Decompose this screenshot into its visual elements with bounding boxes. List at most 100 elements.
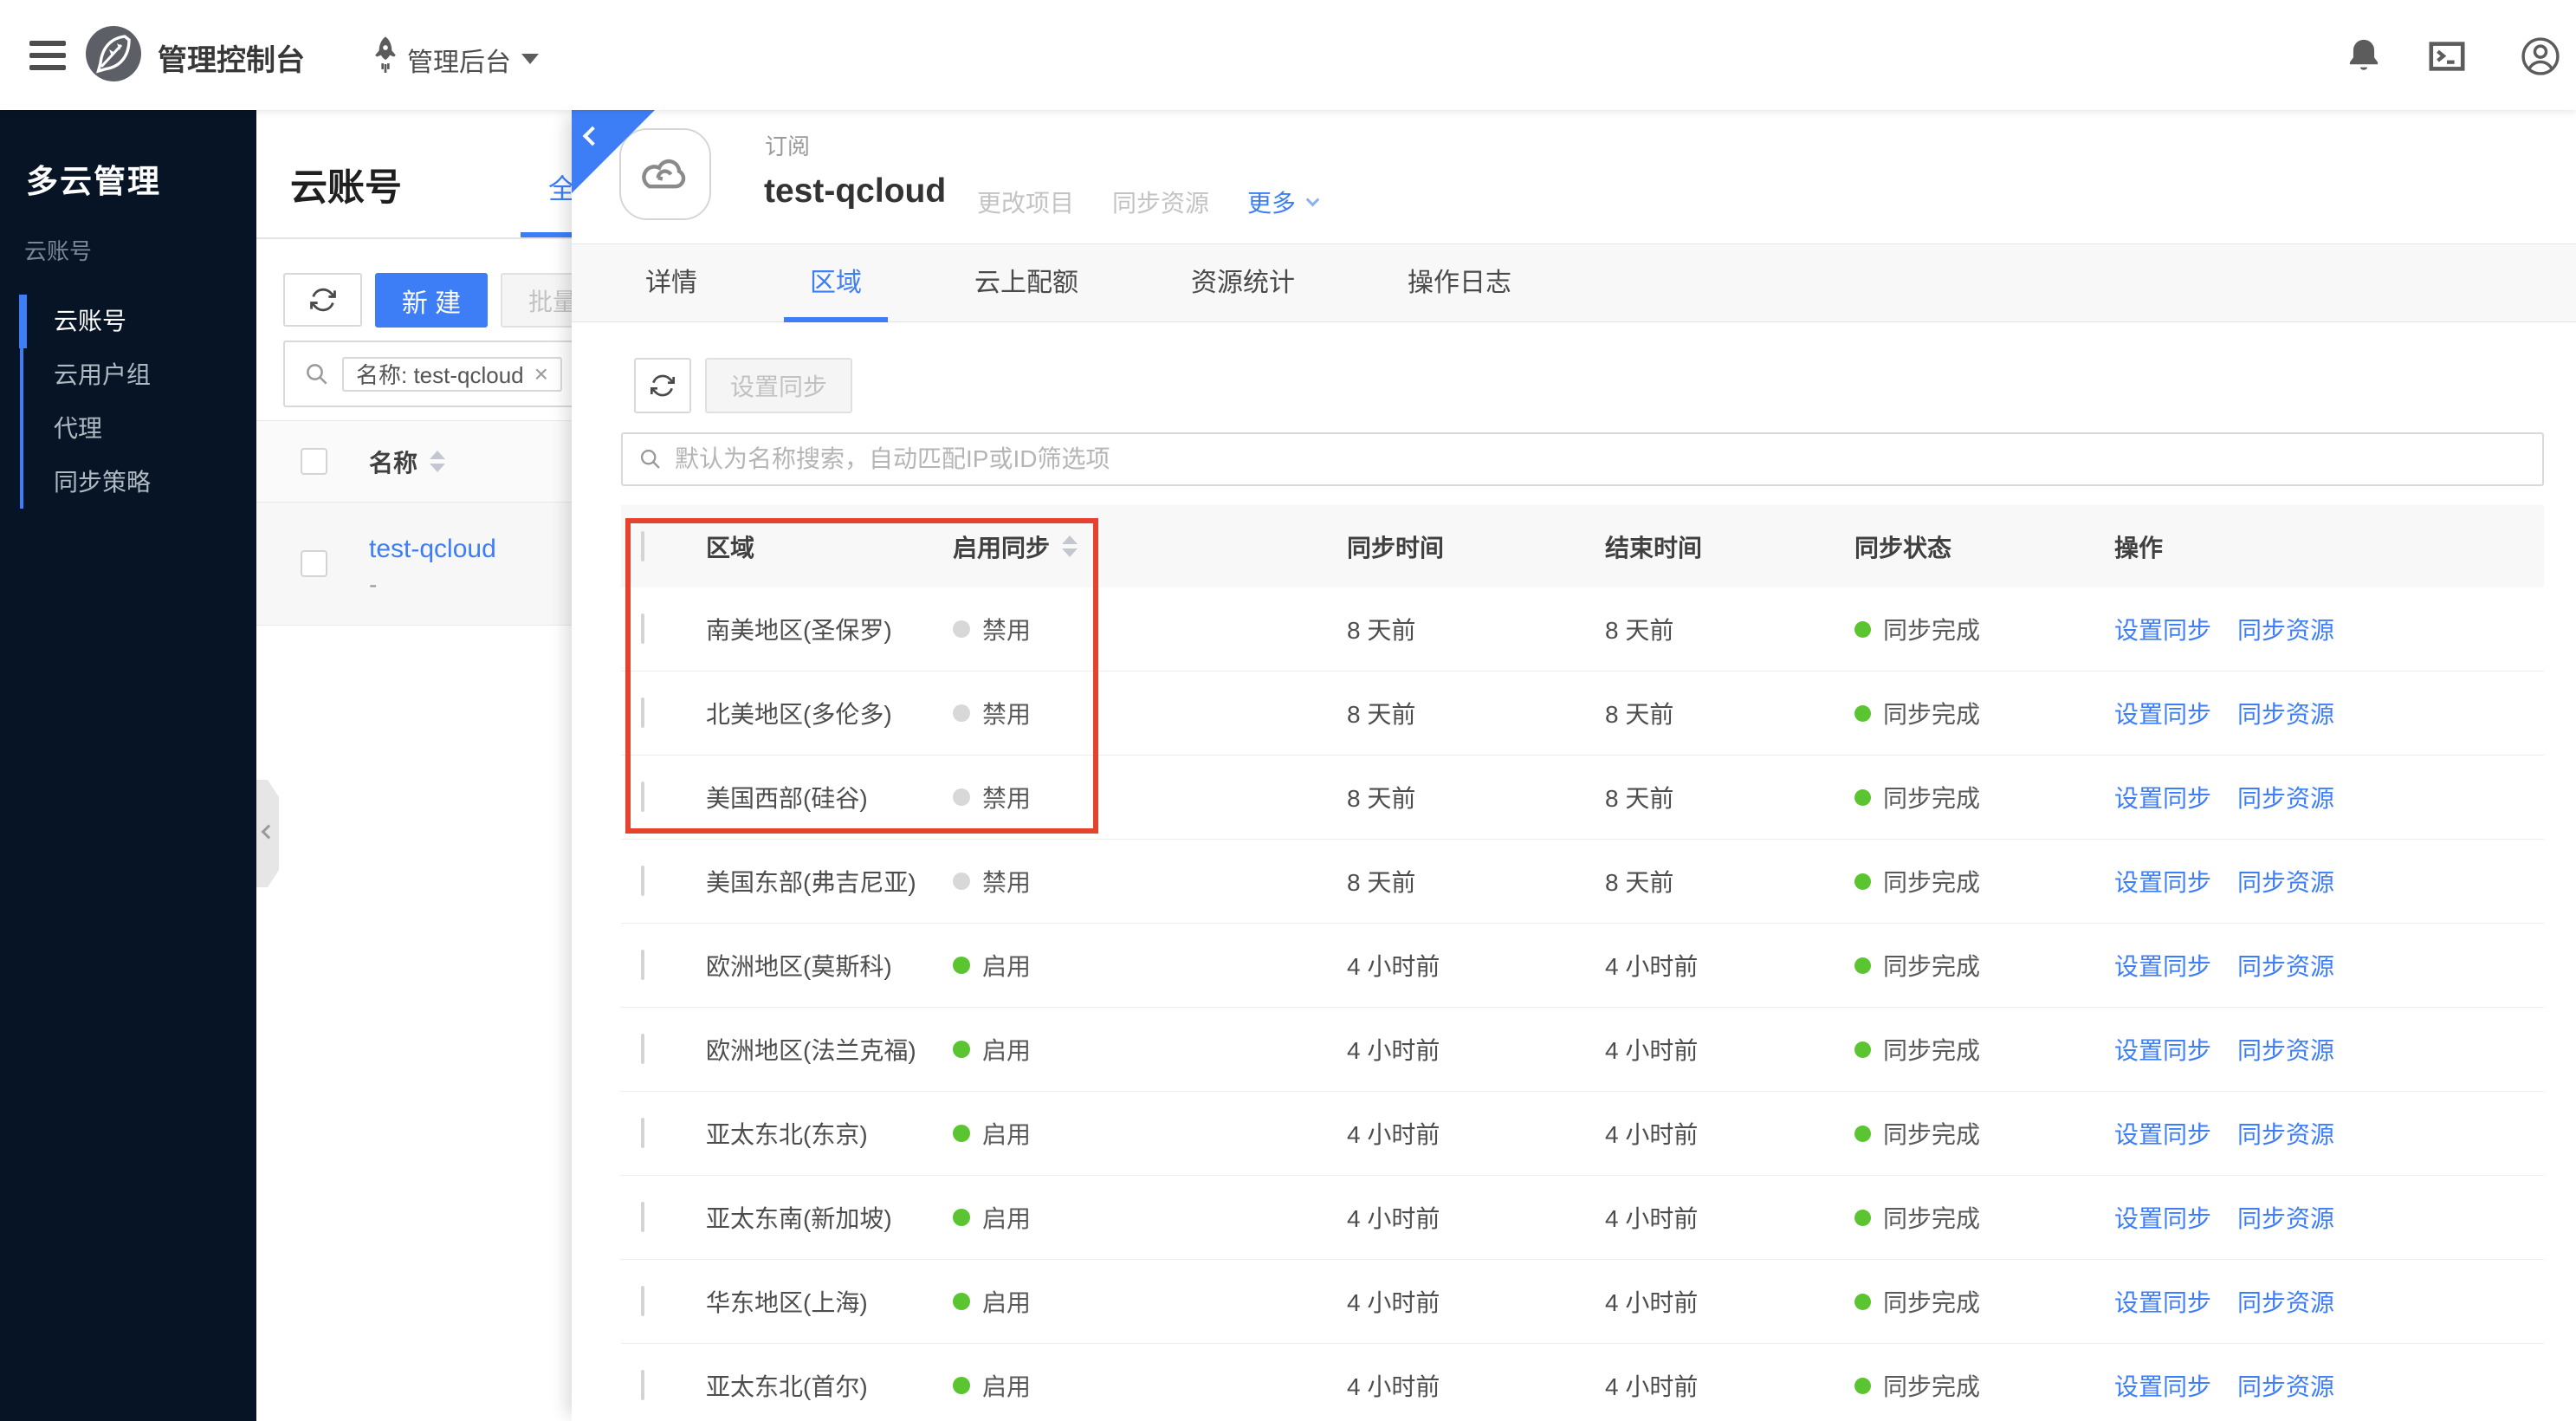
sidebar-collapse-handle[interactable] bbox=[256, 780, 279, 887]
status-label: 同步完成 bbox=[1883, 953, 1981, 980]
set-sync-button[interactable]: 设置同步 bbox=[705, 358, 852, 413]
end-time: 8 天前 bbox=[1605, 869, 1674, 896]
table-row[interactable]: 亚太东北(首尔) 启用 4 小时前 4 小时前 同步完成 设置同步 同步资源 bbox=[621, 1344, 2544, 1421]
table-row[interactable]: 华东地区(上海) 启用 4 小时前 4 小时前 同步完成 设置同步 同步资源 bbox=[621, 1260, 2544, 1344]
sidebar-item-1[interactable]: 云用户组 bbox=[0, 348, 256, 402]
row-checkbox[interactable] bbox=[641, 1118, 644, 1148]
row-checkbox[interactable] bbox=[641, 866, 644, 896]
sync-resources-action[interactable]: 同步资源 bbox=[1112, 185, 1209, 219]
table-row[interactable]: 欧洲地区(莫斯科) 启用 4 小时前 4 小时前 同步完成 设置同步 同步资源 bbox=[621, 924, 2544, 1008]
sync-enabled-dot bbox=[953, 1209, 970, 1226]
select-all-checkbox[interactable] bbox=[641, 530, 644, 561]
end-time: 4 小时前 bbox=[1605, 953, 1699, 980]
app-logo-icon[interactable] bbox=[86, 26, 141, 81]
op-link-set-sync[interactable]: 设置同步 bbox=[2114, 1284, 2211, 1319]
table-row[interactable]: 亚太东南(新加坡) 启用 4 小时前 4 小时前 同步完成 设置同步 同步资源 bbox=[621, 1176, 2544, 1260]
status-label: 同步完成 bbox=[1883, 701, 1981, 728]
detail-tab-0[interactable]: 详情 bbox=[645, 244, 697, 322]
chevron-left-icon bbox=[261, 824, 276, 840]
end-time: 8 天前 bbox=[1605, 701, 1674, 728]
sync-time: 8 天前 bbox=[1347, 617, 1416, 644]
op-link-set-sync[interactable]: 设置同步 bbox=[2114, 1200, 2211, 1235]
sort-icon[interactable] bbox=[1062, 535, 1078, 557]
account-description: - bbox=[369, 570, 378, 598]
ops-column-header: 操作 bbox=[2114, 534, 2164, 561]
detail-tab-1[interactable]: 区域 bbox=[810, 244, 862, 322]
table-row[interactable]: 北美地区(多伦多) 禁用 8 天前 8 天前 同步完成 设置同步 同步资源 bbox=[621, 672, 2544, 756]
account-row[interactable]: test-qcloud - bbox=[256, 503, 572, 626]
op-link-sync-resources[interactable]: 同步资源 bbox=[2237, 1032, 2334, 1067]
cloud-account-panel: 云账号 全部 新 建 批量 名称: test-qcloud × bbox=[256, 110, 572, 1421]
sidebar-item-3[interactable]: 同步策略 bbox=[0, 456, 256, 509]
batch-button[interactable]: 批量 bbox=[501, 273, 572, 328]
end-time: 4 小时前 bbox=[1605, 1373, 1699, 1400]
name-column-header[interactable]: 名称 bbox=[369, 444, 417, 479]
select-all-checkbox[interactable] bbox=[301, 448, 327, 475]
op-link-sync-resources[interactable]: 同步资源 bbox=[2237, 1200, 2334, 1235]
account-search-box[interactable]: 名称: test-qcloud × bbox=[283, 341, 572, 407]
user-avatar-icon[interactable] bbox=[2521, 36, 2560, 76]
op-link-set-sync[interactable]: 设置同步 bbox=[2114, 948, 2211, 983]
row-checkbox[interactable] bbox=[301, 550, 327, 577]
op-link-sync-resources[interactable]: 同步资源 bbox=[2237, 1368, 2334, 1403]
filter-tag-close-icon[interactable]: × bbox=[534, 360, 548, 388]
op-link-sync-resources[interactable]: 同步资源 bbox=[2237, 696, 2334, 730]
account-toolbar: 新 建 批量 bbox=[256, 273, 572, 328]
row-checkbox[interactable] bbox=[641, 698, 644, 728]
topbar: 管理控制台 管理后台 bbox=[0, 0, 2576, 110]
row-checkbox[interactable] bbox=[641, 1034, 644, 1064]
search-icon bbox=[640, 449, 660, 469]
op-link-set-sync[interactable]: 设置同步 bbox=[2114, 1032, 2211, 1067]
region-search-box[interactable] bbox=[621, 432, 2544, 486]
sort-icon[interactable] bbox=[430, 451, 446, 472]
sync-enabled-label: 禁用 bbox=[982, 785, 1032, 812]
workspace-switcher[interactable]: 管理后台 bbox=[407, 41, 511, 79]
op-link-sync-resources[interactable]: 同步资源 bbox=[2237, 612, 2334, 646]
table-row[interactable]: 美国西部(硅谷) 禁用 8 天前 8 天前 同步完成 设置同步 同步资源 bbox=[621, 756, 2544, 840]
sync-time: 4 小时前 bbox=[1347, 1373, 1440, 1400]
table-row[interactable]: 美国东部(弗吉尼亚) 禁用 8 天前 8 天前 同步完成 设置同步 同步资源 bbox=[621, 840, 2544, 924]
op-link-set-sync[interactable]: 设置同步 bbox=[2114, 780, 2211, 814]
sync-enabled-label: 启用 bbox=[982, 1205, 1032, 1232]
account-name-link[interactable]: test-qcloud bbox=[369, 535, 496, 564]
hamburger-menu-icon[interactable] bbox=[29, 41, 66, 70]
op-link-sync-resources[interactable]: 同步资源 bbox=[2237, 864, 2334, 899]
op-link-set-sync[interactable]: 设置同步 bbox=[2114, 1368, 2211, 1403]
terminal-icon[interactable] bbox=[2427, 36, 2467, 76]
more-action[interactable]: 更多 bbox=[1247, 185, 1320, 219]
sync-enabled-dot bbox=[953, 873, 970, 890]
op-link-sync-resources[interactable]: 同步资源 bbox=[2237, 1284, 2334, 1319]
op-link-sync-resources[interactable]: 同步资源 bbox=[2237, 948, 2334, 983]
status-dot bbox=[1854, 957, 1871, 974]
op-link-sync-resources[interactable]: 同步资源 bbox=[2237, 780, 2334, 814]
sidebar-item-0[interactable]: 云账号 bbox=[0, 295, 256, 348]
op-link-set-sync[interactable]: 设置同步 bbox=[2114, 696, 2211, 730]
refresh-button[interactable] bbox=[283, 273, 362, 327]
table-row[interactable]: 欧洲地区(法兰克福) 启用 4 小时前 4 小时前 同步完成 设置同步 同步资源 bbox=[621, 1008, 2544, 1092]
table-row[interactable]: 亚太东北(东京) 启用 4 小时前 4 小时前 同步完成 设置同步 同步资源 bbox=[621, 1092, 2544, 1176]
row-checkbox[interactable] bbox=[641, 950, 644, 980]
table-row[interactable]: 南美地区(圣保罗) 禁用 8 天前 8 天前 同步完成 设置同步 同步资源 bbox=[621, 587, 2544, 672]
create-button[interactable]: 新 建 bbox=[375, 273, 488, 328]
detail-tab-2[interactable]: 云上配额 bbox=[974, 244, 1078, 322]
detail-tab-4[interactable]: 操作日志 bbox=[1408, 244, 1511, 322]
op-link-set-sync[interactable]: 设置同步 bbox=[2114, 864, 2211, 899]
row-checkbox[interactable] bbox=[641, 1370, 644, 1400]
row-checkbox[interactable] bbox=[641, 1202, 644, 1232]
op-link-set-sync[interactable]: 设置同步 bbox=[2114, 612, 2211, 646]
tab-all[interactable]: 全部 bbox=[548, 167, 572, 207]
op-link-set-sync[interactable]: 设置同步 bbox=[2114, 1116, 2211, 1151]
end-time: 8 天前 bbox=[1605, 617, 1674, 644]
row-checkbox[interactable] bbox=[641, 613, 644, 644]
row-checkbox[interactable] bbox=[641, 1286, 644, 1316]
region-search-input[interactable] bbox=[675, 445, 2542, 473]
op-link-sync-resources[interactable]: 同步资源 bbox=[2237, 1116, 2334, 1151]
sidebar-item-2[interactable]: 代理 bbox=[0, 402, 256, 456]
notifications-bell-icon[interactable] bbox=[2344, 36, 2384, 76]
filter-tag[interactable]: 名称: test-qcloud × bbox=[342, 356, 562, 392]
change-project-action[interactable]: 更改项目 bbox=[977, 185, 1074, 219]
collapse-ribbon[interactable] bbox=[572, 110, 655, 193]
refresh-button[interactable] bbox=[634, 358, 691, 413]
detail-tab-3[interactable]: 资源统计 bbox=[1191, 244, 1295, 322]
row-checkbox[interactable] bbox=[641, 782, 644, 812]
